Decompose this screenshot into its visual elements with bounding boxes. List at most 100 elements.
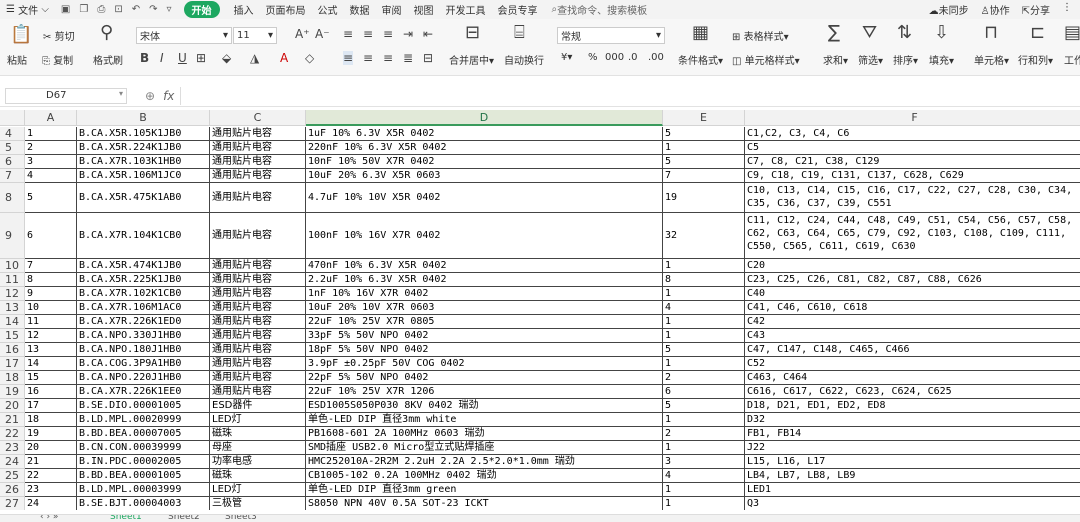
preview-icon[interactable]: ⊡ — [114, 4, 122, 15]
cell-d[interactable]: 18pF 5% 50V NPO 0402 — [306, 343, 663, 357]
row-col-button[interactable]: 行和列▾ — [1018, 52, 1053, 67]
cell-d[interactable]: 10uF 20% 6.3V X5R 0603 — [306, 169, 663, 183]
column-header-c[interactable]: C — [210, 110, 306, 126]
row-header[interactable]: 7 — [0, 169, 25, 183]
cell-a[interactable]: 6 — [25, 213, 77, 259]
cell-button[interactable]: 单元格▾ — [974, 52, 1009, 67]
cell-b[interactable]: B.CA.NPO.220J1HB0 — [77, 371, 210, 385]
cell-d[interactable]: 10nF 10% 50V X7R 0402 — [306, 155, 663, 169]
cell-d[interactable]: 22uF 10% 25V X7R 1206 — [306, 385, 663, 399]
paste-button[interactable]: 粘贴 — [7, 52, 27, 67]
align-left-icon[interactable]: ≡ — [343, 51, 354, 65]
cell-c[interactable]: 通用贴片电容 — [210, 301, 306, 315]
select-all-corner[interactable] — [0, 110, 25, 126]
cell-e[interactable]: 1 — [663, 413, 745, 427]
border-icon[interactable]: ⊞ — [196, 51, 206, 65]
cell-b[interactable]: B.CA.NPO.180J1HB0 — [77, 343, 210, 357]
cut-button[interactable]: ✂ 剪切 — [43, 28, 75, 43]
row-header[interactable]: 17 — [0, 357, 25, 371]
justify-icon[interactable]: ≣ — [403, 51, 413, 65]
percent-icon[interactable]: % — [588, 52, 598, 63]
font-name-select[interactable]: 宋体 ▾ — [136, 27, 232, 44]
cell-d[interactable]: 220nF 10% 6.3V X5R 0402 — [306, 141, 663, 155]
cell-icon[interactable]: ⊓ — [984, 24, 998, 42]
cell-a[interactable]: 9 — [25, 287, 77, 301]
row-header[interactable]: 23 — [0, 441, 25, 455]
tab-view[interactable]: 视图 — [414, 2, 434, 17]
wrap-text-button[interactable]: 自动换行 — [504, 52, 544, 67]
cell-a[interactable]: 24 — [25, 497, 77, 510]
cell-f[interactable]: C52 — [745, 357, 1080, 371]
align-center-icon[interactable]: ≡ — [363, 51, 373, 65]
row-col-icon[interactable]: ⊏ — [1030, 24, 1045, 42]
cell-d[interactable]: 470nF 10% 6.3V X5R 0402 — [306, 259, 663, 273]
cell-c[interactable]: 三极管 — [210, 497, 306, 510]
app-menu-button[interactable]: ☰ 文件 ⌵ — [6, 2, 49, 17]
row-header[interactable]: 22 — [0, 427, 25, 441]
tab-data[interactable]: 数据 — [350, 2, 370, 17]
zoom-icon[interactable]: ⊕ — [145, 89, 155, 103]
sheet-tab-3[interactable]: Sheet3 — [225, 515, 257, 522]
tab-formulas[interactable]: 公式 — [318, 2, 338, 17]
sync-status[interactable]: ☁未同步 — [929, 2, 969, 17]
bold-icon[interactable]: B — [140, 51, 149, 65]
cell-b[interactable]: B.CA.X7R.106M1AC0 — [77, 301, 210, 315]
cell-e[interactable]: 1 — [663, 287, 745, 301]
more-icon[interactable]: ▿ — [167, 4, 172, 15]
cell-d[interactable]: 单色-LED DIP 直径3mm white — [306, 413, 663, 427]
cell-c[interactable]: 通用贴片电容 — [210, 357, 306, 371]
cell-b[interactable]: B.LD.MPL.00003999 — [77, 483, 210, 497]
cell-style-button[interactable]: ◫ 单元格样式▾ — [732, 52, 800, 67]
increase-font-icon[interactable]: A⁺ — [295, 27, 310, 41]
cell-b[interactable]: B.IN.PDC.00002005 — [77, 455, 210, 469]
cell-d[interactable]: CB1005-102 0.2A 100MHz 0402 瑞劲 — [306, 469, 663, 483]
row-header[interactable]: 20 — [0, 399, 25, 413]
row-header[interactable]: 25 — [0, 469, 25, 483]
cell-e[interactable]: 6 — [663, 385, 745, 399]
row-header[interactable]: 6 — [0, 155, 25, 169]
wrap-icon[interactable]: ⌸ — [514, 24, 525, 42]
row-header[interactable]: 21 — [0, 413, 25, 427]
paste-icon[interactable]: 📋 — [10, 26, 32, 44]
format-painter-icon[interactable]: ⚲ — [100, 24, 113, 42]
cell-b[interactable]: B.CA.X5R.105K1JB0 — [77, 127, 210, 141]
cell-e[interactable]: 1 — [663, 329, 745, 343]
cell-b[interactable]: B.SE.BJT.00004003 — [77, 497, 210, 510]
cell-f[interactable]: C41, C46, C610, C618 — [745, 301, 1080, 315]
cell-e[interactable]: 1 — [663, 315, 745, 329]
cell-b[interactable]: B.CA.X5R.474K1JB0 — [77, 259, 210, 273]
number-format-select[interactable]: 常规 ▾ — [557, 27, 665, 44]
cell-d[interactable]: 4.7uF 10% 10V X5R 0402 — [306, 183, 663, 213]
cell-d[interactable]: 10uF 20% 10V X7R 0603 — [306, 301, 663, 315]
cell-a[interactable]: 16 — [25, 385, 77, 399]
cell-d[interactable]: 3.9pF ±0.25pF 50V COG 0402 — [306, 357, 663, 371]
cell-e[interactable]: 2 — [663, 427, 745, 441]
fill-icon[interactable]: ⇩ — [934, 24, 949, 42]
cell-c[interactable]: 通用贴片电容 — [210, 127, 306, 141]
column-header-e[interactable]: E — [663, 110, 745, 126]
cell-a[interactable]: 21 — [25, 455, 77, 469]
decrease-font-icon[interactable]: A⁻ — [315, 27, 330, 41]
filter-button[interactable]: 筛选▾ — [858, 52, 883, 67]
cell-e[interactable]: 1 — [663, 483, 745, 497]
collaborate-button[interactable]: ♙协作 — [981, 2, 1010, 17]
sum-icon[interactable]: ∑ — [828, 24, 840, 42]
cell-e[interactable]: 32 — [663, 213, 745, 259]
row-header[interactable]: 4 — [0, 127, 25, 141]
row-header[interactable]: 10 — [0, 259, 25, 273]
cell-d[interactable]: S8050 NPN 40V 0.5A SOT-23 ICKT — [306, 497, 663, 510]
cell-f[interactable]: C7, C8, C21, C38, C129 — [745, 155, 1080, 169]
cell-c[interactable]: 通用贴片电容 — [210, 315, 306, 329]
cell-e[interactable]: 5 — [663, 343, 745, 357]
tab-insert[interactable]: 插入 — [234, 2, 254, 17]
cell-a[interactable]: 4 — [25, 169, 77, 183]
format-painter-button[interactable]: 格式刷 — [93, 52, 123, 67]
cell-c[interactable]: LED灯 — [210, 413, 306, 427]
cell-b[interactable]: B.LD.MPL.00020999 — [77, 413, 210, 427]
cell-a[interactable]: 18 — [25, 413, 77, 427]
formula-input[interactable] — [180, 86, 1080, 105]
cell-f[interactable]: C616, C617, C622, C623, C624, C625 — [745, 385, 1080, 399]
cell-a[interactable]: 5 — [25, 183, 77, 213]
tab-page-layout[interactable]: 页面布局 — [266, 2, 306, 17]
cell-a[interactable]: 15 — [25, 371, 77, 385]
